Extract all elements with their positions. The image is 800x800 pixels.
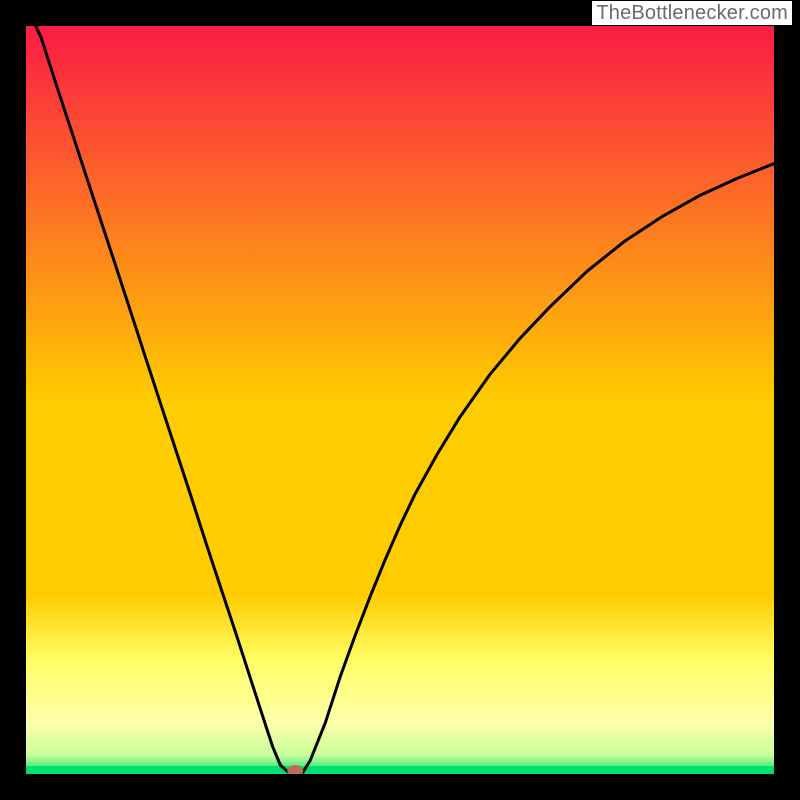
chart-svg <box>26 26 774 774</box>
chart-frame: TheBottlenecker.com <box>0 0 800 800</box>
plot-area <box>26 26 774 774</box>
attribution-label: TheBottlenecker.com <box>592 1 792 25</box>
